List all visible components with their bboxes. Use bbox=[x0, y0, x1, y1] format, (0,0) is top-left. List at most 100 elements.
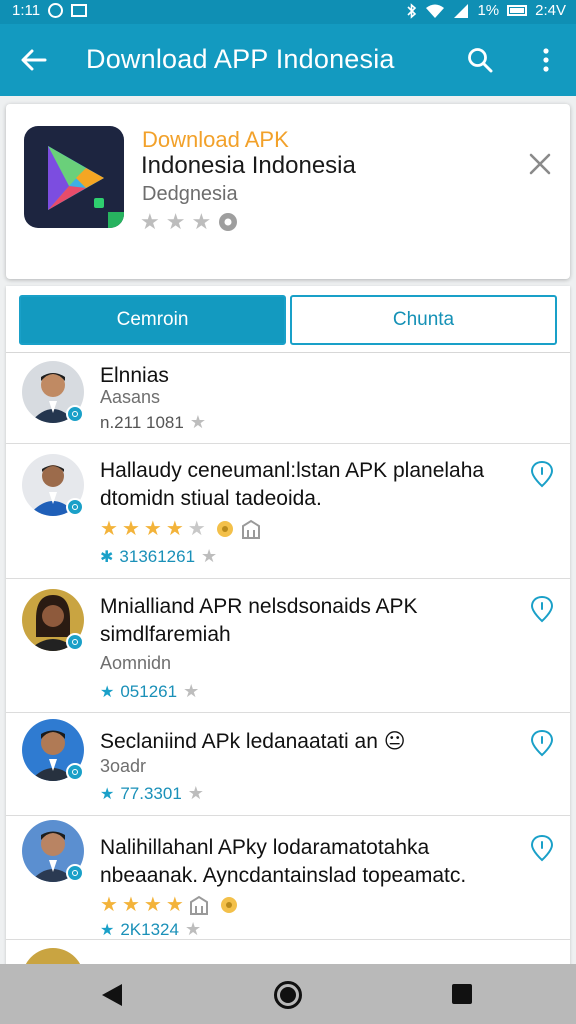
review-text: Nalihillahanl APky lodaramatotahka nbeaa… bbox=[100, 836, 467, 887]
reviews-panel: Cemroin Chunta Elnnias Aasans n.211 1081… bbox=[6, 286, 570, 966]
review-author: Aomnidn bbox=[100, 653, 172, 673]
review-meta-value: 31361261 bbox=[119, 546, 196, 566]
star-icon: ★ bbox=[100, 785, 115, 803]
review-rating: ★ ★ ★ ★ bbox=[100, 892, 240, 917]
app-info-card[interactable]: Download APK Indonesia Indonesia Dedgnes… bbox=[6, 104, 570, 279]
review-author: Aasans bbox=[100, 387, 161, 407]
review-meta-value: n.211 1081 bbox=[100, 412, 184, 432]
star-icon: ★ bbox=[121, 518, 140, 540]
battery-icon bbox=[507, 5, 528, 16]
close-icon bbox=[529, 153, 551, 175]
star-icon: ★ bbox=[100, 921, 115, 939]
search-button[interactable] bbox=[458, 40, 502, 80]
app-rating: ★ ★ ★ bbox=[140, 209, 239, 235]
star-icon: ★ bbox=[100, 683, 115, 701]
review-text: Mnialliand APR nelsdsonaids APK simdlfar… bbox=[100, 595, 418, 646]
more-vert-icon bbox=[543, 48, 549, 72]
nav-home-button[interactable] bbox=[274, 981, 302, 1009]
review-text-value: Seclaniind APk ledanaatati an bbox=[100, 730, 378, 753]
list-item[interactable]: Nalihillahanl APky lodaramatotahka nbeaa… bbox=[6, 816, 570, 940]
verified-badge-icon bbox=[66, 405, 84, 423]
signal-icon bbox=[454, 4, 469, 18]
pin-icon[interactable] bbox=[530, 595, 554, 623]
sparkle-icon: ✱ bbox=[100, 548, 114, 566]
list-item[interactable]: Seclaniind APk ledanaatati an 😐 3oadr ★ … bbox=[6, 713, 570, 816]
tab-bar: Cemroin Chunta bbox=[19, 295, 557, 345]
image-notification-icon bbox=[71, 4, 88, 17]
page-title: Download APP Indonesia bbox=[86, 44, 395, 74]
app-subtitle: Dedgnesia bbox=[142, 183, 238, 205]
list-item[interactable]: Elnnias Aasans n.211 1081 ★ bbox=[6, 353, 570, 444]
star-icon: ★ bbox=[165, 518, 184, 540]
star-icon: ★ bbox=[187, 518, 206, 540]
review-text: Seclaniind APk ledanaatati an 😐 bbox=[100, 728, 520, 756]
system-nav-bar bbox=[0, 964, 576, 1024]
review-rating: ★ ★ ★ ★ ★ bbox=[100, 516, 262, 541]
arrow-back-icon bbox=[21, 49, 47, 71]
building-icon bbox=[241, 519, 260, 539]
tab-cemroin[interactable]: Cemroin bbox=[19, 295, 286, 345]
review-meta: n.211 1081 ★ bbox=[100, 412, 206, 433]
star-icon: ★ bbox=[143, 518, 162, 540]
list-item[interactable]: Hallaudy ceneumanl:lstan APK planelaha d… bbox=[6, 444, 570, 579]
search-icon bbox=[468, 48, 493, 73]
list-item[interactable]: Mnialliand APR nelsdsonaids APK simdlfar… bbox=[6, 579, 570, 713]
star-icon: ★ bbox=[140, 209, 160, 234]
pin-icon[interactable] bbox=[530, 729, 554, 757]
avatar bbox=[22, 589, 84, 651]
review-meta-value: 77.3301 bbox=[120, 783, 182, 803]
review-text: Elnnias bbox=[100, 364, 169, 387]
emoji-icon: 😐 bbox=[383, 730, 406, 753]
status-time: 1:11 bbox=[12, 2, 41, 19]
play-store-app-icon bbox=[24, 126, 124, 228]
notification-icon bbox=[48, 3, 64, 18]
tab-chunta[interactable]: Chunta bbox=[290, 295, 557, 345]
gear-badge-icon bbox=[219, 213, 238, 231]
star-icon: ★ bbox=[201, 546, 218, 566]
app-title: Indonesia Indonesia bbox=[141, 152, 356, 179]
status-bar: 1:11 1% 2:4V bbox=[0, 0, 576, 24]
list-item[interactable] bbox=[6, 940, 570, 966]
verified-badge-icon bbox=[66, 763, 84, 781]
review-author: 3oadr bbox=[100, 756, 147, 776]
verified-badge-icon bbox=[66, 864, 84, 882]
wifi-icon bbox=[426, 4, 445, 18]
nav-recents-button[interactable] bbox=[452, 984, 472, 1004]
review-meta: ★ 051261 ★ bbox=[100, 681, 199, 702]
avatar bbox=[22, 719, 84, 781]
star-icon: ★ bbox=[143, 894, 162, 916]
app-category-label: Download APK bbox=[142, 127, 289, 152]
star-icon: ★ bbox=[184, 919, 202, 939]
verified-badge-icon bbox=[66, 498, 84, 516]
pin-icon[interactable] bbox=[530, 460, 554, 488]
star-icon: ★ bbox=[165, 894, 184, 916]
star-icon: ★ bbox=[100, 894, 118, 916]
avatar bbox=[22, 454, 84, 516]
review-meta: ✱ 31361261 ★ bbox=[100, 546, 217, 567]
star-icon: ★ bbox=[187, 783, 204, 803]
review-meta: ★ 77.3301 ★ bbox=[100, 783, 204, 804]
star-icon: ★ bbox=[165, 209, 186, 234]
close-button[interactable] bbox=[524, 148, 556, 180]
review-meta-value: 2K1324 bbox=[120, 919, 179, 939]
star-icon: ★ bbox=[121, 894, 140, 916]
star-icon: ★ bbox=[100, 518, 118, 540]
back-button[interactable] bbox=[14, 40, 54, 80]
avatar bbox=[22, 820, 84, 882]
review-meta-value: 051261 bbox=[120, 681, 178, 701]
nav-back-button[interactable] bbox=[100, 982, 124, 1008]
badge-icon bbox=[216, 520, 233, 537]
building-icon bbox=[189, 895, 208, 915]
review-meta: ★ 2K1324 ★ bbox=[100, 919, 201, 940]
star-icon: ★ bbox=[191, 209, 212, 234]
avatar bbox=[22, 361, 84, 423]
star-icon: ★ bbox=[189, 412, 206, 432]
battery-percent: 1% bbox=[477, 2, 500, 19]
review-text: Hallaudy ceneumanl:lstan APK planelaha d… bbox=[100, 459, 485, 510]
pin-icon[interactable] bbox=[530, 834, 554, 862]
star-icon: ★ bbox=[183, 681, 200, 701]
overflow-menu-button[interactable] bbox=[526, 40, 566, 80]
status-time-right: 2:4V bbox=[535, 2, 566, 19]
bluetooth-icon bbox=[407, 2, 417, 19]
verified-badge-icon bbox=[66, 633, 84, 651]
